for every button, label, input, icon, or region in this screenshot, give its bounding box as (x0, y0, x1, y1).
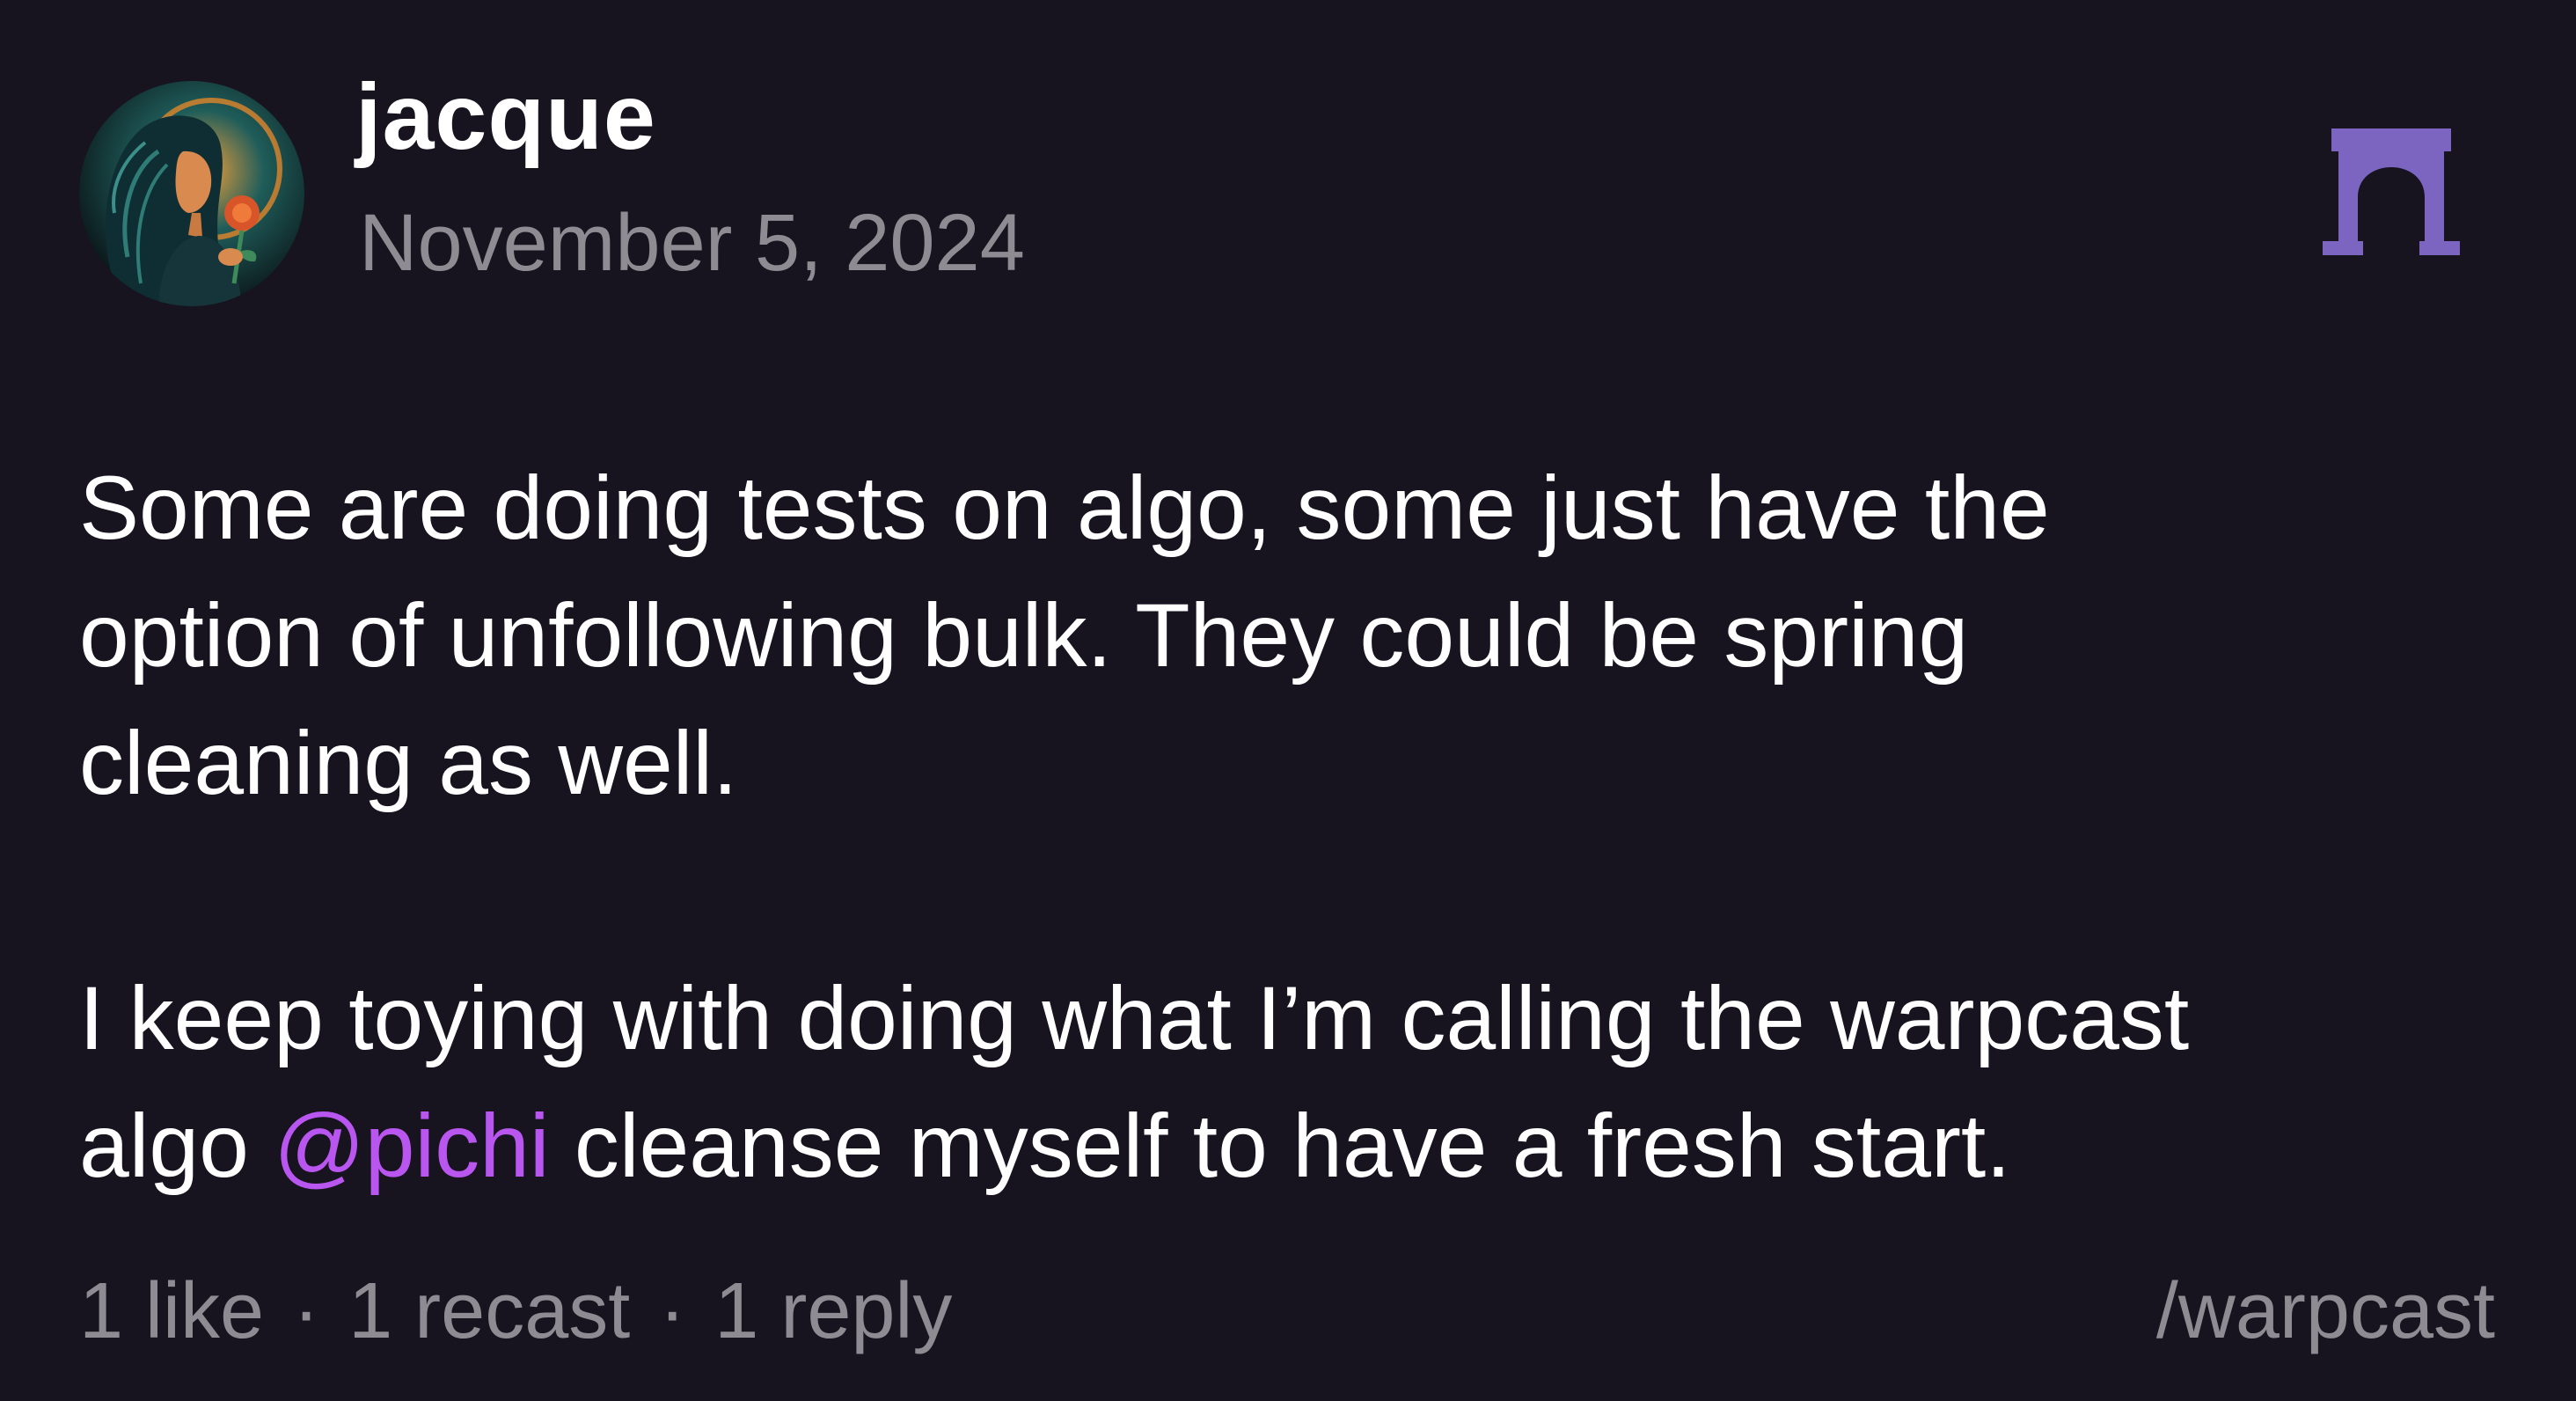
replies-count[interactable]: 1 reply (714, 1267, 952, 1355)
recasts-count[interactable]: 1 recast (348, 1267, 630, 1355)
avatar[interactable] (79, 81, 304, 306)
stats-separator: · (659, 1267, 686, 1355)
stats-separator: · (293, 1267, 320, 1355)
post-paragraph: I keep toying with doing what I’m callin… (79, 955, 2525, 1210)
mention-link[interactable]: @pichi (274, 1096, 549, 1196)
engagement-stats: 1 like · 1 recast · 1 reply (79, 1272, 952, 1351)
post-text: cleanse myself to have a fresh start. (549, 1096, 2011, 1196)
post-text: algo (79, 1096, 274, 1196)
portrait-avatar-icon (79, 81, 304, 306)
cast-card: jacque November 5, 2024 Some are doing t… (0, 0, 2576, 1401)
post-text: I keep toying with doing what I’m callin… (79, 968, 2190, 1068)
post-date: November 5, 2024 (359, 198, 1025, 288)
author-name[interactable]: jacque (355, 70, 656, 164)
post-paragraph: Some are doing tests on algo, some just … (79, 444, 2243, 827)
post-text: Some are doing tests on algo, some just … (79, 458, 2050, 813)
post-body: Some are doing tests on algo, some just … (79, 444, 2525, 1210)
farcaster-arch-icon (2323, 128, 2460, 255)
channel-link[interactable]: /warpcast (2156, 1272, 2495, 1351)
likes-count[interactable]: 1 like (79, 1267, 264, 1355)
